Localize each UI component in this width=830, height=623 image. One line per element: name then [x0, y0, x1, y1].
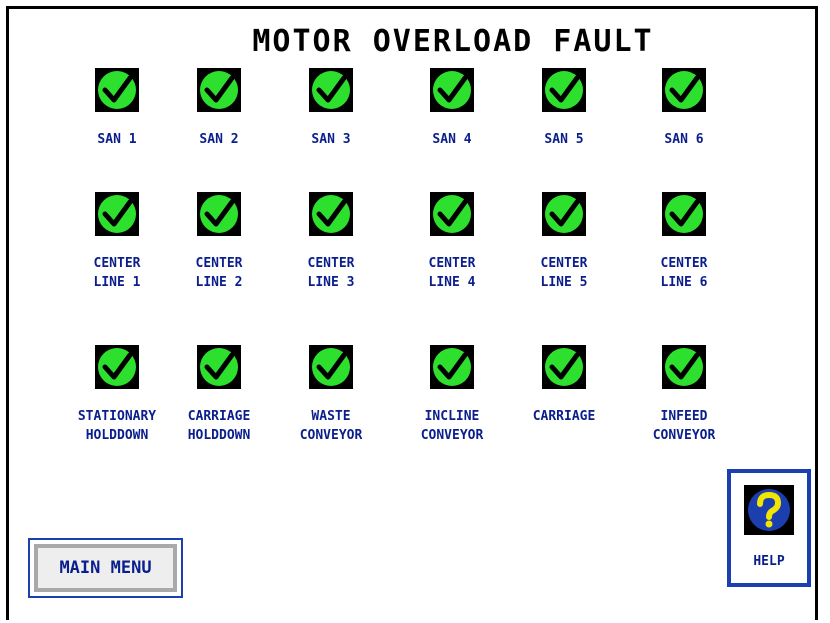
- status-label: SAN 3: [311, 132, 351, 147]
- main-menu-label: MAIN MENU: [34, 544, 177, 592]
- main-menu-button[interactable]: MAIN MENU: [28, 538, 183, 598]
- status-label: CENTER LINE 4: [428, 256, 476, 290]
- status-center-line-4: CENTER LINE 4: [394, 192, 510, 292]
- check-icon: [430, 192, 474, 236]
- status-center-line-2: CENTER LINE 2: [161, 192, 277, 292]
- status-san-4: SAN 4: [394, 68, 510, 149]
- status-label: CARRIAGE HOLDDOWN: [187, 409, 251, 443]
- check-icon: [542, 345, 586, 389]
- help-button[interactable]: HELP: [727, 469, 811, 587]
- check-icon: [542, 68, 586, 112]
- status-label: SAN 4: [432, 132, 472, 147]
- check-icon: [309, 345, 353, 389]
- status-san-2: SAN 2: [161, 68, 277, 149]
- status-infeed-conveyor: INFEED CONVEYOR: [626, 345, 742, 445]
- status-label: INFEED CONVEYOR: [652, 409, 716, 443]
- status-label: WASTE CONVEYOR: [299, 409, 363, 443]
- status-carriage: CARRIAGE: [506, 345, 622, 426]
- check-icon: [197, 345, 241, 389]
- check-icon: [662, 345, 706, 389]
- check-icon: [430, 345, 474, 389]
- status-label: SAN 2: [199, 132, 239, 147]
- check-icon: [662, 68, 706, 112]
- question-mark-icon: [744, 485, 794, 535]
- status-san-1: SAN 1: [59, 68, 175, 149]
- check-icon: [430, 68, 474, 112]
- status-waste-conveyor: WASTE CONVEYOR: [273, 345, 389, 445]
- check-icon: [95, 345, 139, 389]
- status-label: SAN 1: [97, 132, 137, 147]
- help-label: HELP: [753, 554, 785, 569]
- check-icon: [95, 68, 139, 112]
- page-title: MOTOR OVERLOAD FAULT: [252, 24, 654, 59]
- status-label: CENTER LINE 1: [93, 256, 141, 290]
- status-incline-conveyor: INCLINE CONVEYOR: [394, 345, 510, 445]
- check-icon: [309, 192, 353, 236]
- check-icon: [197, 68, 241, 112]
- status-label: INCLINE CONVEYOR: [420, 409, 484, 443]
- status-label: CARRIAGE: [532, 409, 596, 424]
- status-san-6: SAN 6: [626, 68, 742, 149]
- status-center-line-6: CENTER LINE 6: [626, 192, 742, 292]
- status-label: CENTER LINE 5: [540, 256, 588, 290]
- status-center-line-1: CENTER LINE 1: [59, 192, 175, 292]
- status-label: CENTER LINE 2: [195, 256, 243, 290]
- status-label: SAN 5: [544, 132, 584, 147]
- status-label: SAN 6: [664, 132, 704, 147]
- check-icon: [309, 68, 353, 112]
- status-center-line-3: CENTER LINE 3: [273, 192, 389, 292]
- check-icon: [542, 192, 586, 236]
- status-label: CENTER LINE 6: [660, 256, 708, 290]
- status-san-5: SAN 5: [506, 68, 622, 149]
- status-label: CENTER LINE 3: [307, 256, 355, 290]
- check-icon: [662, 192, 706, 236]
- check-icon: [197, 192, 241, 236]
- status-center-line-5: CENTER LINE 5: [506, 192, 622, 292]
- status-carriage-holddown: CARRIAGE HOLDDOWN: [161, 345, 277, 445]
- status-san-3: SAN 3: [273, 68, 389, 149]
- check-icon: [95, 192, 139, 236]
